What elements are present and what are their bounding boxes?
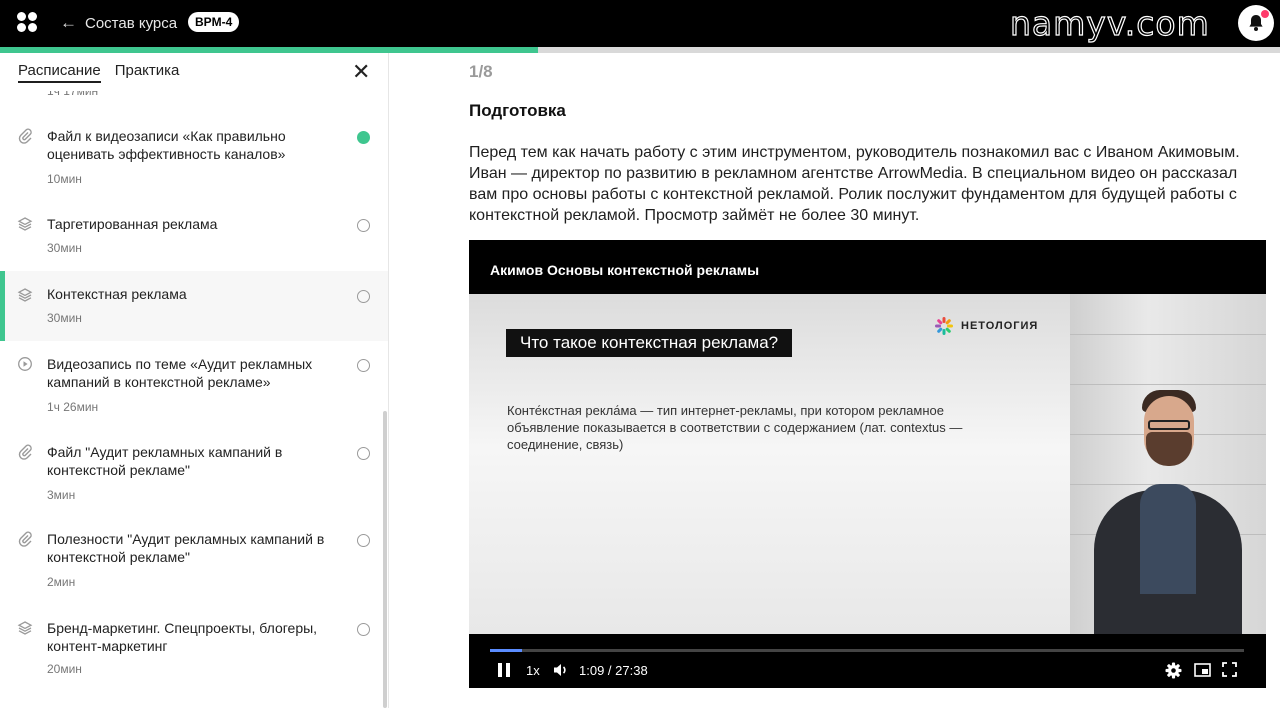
netology-flower-icon	[935, 317, 953, 335]
pending-status-icon	[357, 290, 370, 303]
slide-question: Что такое контекстная реклама?	[506, 329, 793, 357]
sidebar-item-channel-efficiency-file[interactable]: Файл к видеозаписи «Как правильно оценив…	[0, 127, 388, 199]
top-bar: ← Состав курса BPM-4 namyv.com	[0, 0, 1280, 47]
course-badge: BPM-4	[188, 12, 240, 32]
video-frame[interactable]: Что такое контекстная реклама? НЕТОЛОГИЯ…	[469, 294, 1266, 634]
speaker-video-inset	[1070, 294, 1266, 634]
close-icon: ✕	[352, 59, 371, 84]
completed-status-icon	[357, 131, 370, 144]
paperclip-icon	[18, 444, 32, 460]
video-controls: 1x 1:09 / 27:38	[469, 634, 1266, 688]
sidebar-item-title: Таргетированная реклама	[47, 216, 218, 232]
tab-practice[interactable]: Практика	[115, 62, 180, 83]
sidebar-item-title: Файл "Аудит рекламных кампаний в контекс…	[47, 444, 283, 478]
sidebar-item-duration: 3мин	[47, 488, 76, 502]
pending-status-icon	[357, 447, 370, 460]
close-sidebar-button[interactable]: ✕	[352, 61, 370, 83]
video-player[interactable]: Акимов Основы контекстной рекламы Что та…	[469, 240, 1266, 688]
back-label: Состав курса	[85, 14, 178, 32]
sidebar-item-duration: 10мин	[47, 172, 82, 186]
step-counter: 1/8	[469, 62, 493, 81]
notifications-button[interactable]	[1238, 5, 1274, 41]
paperclip-icon	[18, 531, 32, 547]
sidebar-item-title: Контекстная реклама	[47, 286, 187, 302]
tab-schedule[interactable]: Расписание	[18, 62, 101, 83]
sidebar-item-targeted-ads[interactable]: Таргетированная реклама 30мин	[0, 215, 388, 265]
sidebar-item-title: Видеозапись по теме «Аудит рекламных кам…	[47, 356, 313, 390]
volume-icon	[554, 664, 566, 676]
layers-icon	[17, 621, 33, 635]
cut-item-duration: 1ч 17мин	[47, 84, 99, 98]
pause-button[interactable]	[497, 662, 511, 678]
sidebar-item-context-ads[interactable]: Контекстная реклама 30мин	[0, 271, 388, 341]
pending-status-icon	[357, 623, 370, 636]
layers-icon	[17, 288, 33, 302]
sidebar-item-audit-file[interactable]: Файл "Аудит рекламных кампаний в контекс…	[0, 443, 388, 513]
video-seek-bar[interactable]	[490, 649, 1244, 652]
netology-brand: НЕТОЛОГИЯ	[961, 320, 1039, 332]
sidebar-item-duration: 30мин	[47, 241, 82, 255]
volume-button[interactable]	[553, 662, 569, 678]
sidebar-item-duration: 1ч 26мин	[47, 400, 99, 414]
picture-in-picture-button[interactable]	[1194, 663, 1211, 677]
watermark: namyv.com	[1009, 3, 1210, 43]
sidebar-item-audit-useful[interactable]: Полезности "Аудит рекламных кампаний в к…	[0, 530, 388, 600]
video-played-fill	[490, 649, 522, 652]
fullscreen-button[interactable]	[1222, 662, 1237, 677]
sidebar-item-duration: 20мин	[47, 662, 82, 676]
sidebar-item-title: Полезности "Аудит рекламных кампаний в к…	[47, 531, 325, 565]
layers-icon	[17, 217, 33, 231]
sidebar-item-title: Бренд-маркетинг. Спецпроекты, блогеры, к…	[47, 620, 318, 654]
notification-dot	[1261, 10, 1269, 18]
gear-icon	[1165, 662, 1182, 679]
sidebar-item-duration: 30мин	[47, 311, 82, 325]
video-title: Акимов Основы контекстной рекламы	[490, 262, 760, 278]
paperclip-icon	[18, 128, 32, 144]
sidebar-item-audit-video[interactable]: Видеозапись по теме «Аудит рекламных кам…	[0, 355, 388, 425]
video-time: 1:09 / 27:38	[579, 663, 648, 678]
back-to-course-button[interactable]: ← Состав курса	[60, 13, 177, 33]
pause-icon	[498, 663, 510, 677]
slide-definition: Конте́кстная рекла́ма — тип интернет-рек…	[507, 403, 963, 452]
netology-logo: НЕТОЛОГИЯ	[934, 316, 1038, 336]
lesson-heading: Подготовка	[469, 101, 566, 120]
sidebar-item-duration: 2мин	[47, 575, 76, 589]
arrow-left-icon: ←	[60, 13, 77, 32]
pending-status-icon	[357, 359, 370, 372]
sidebar-item-brand-marketing[interactable]: Бренд-маркетинг. Спецпроекты, блогеры, к…	[0, 619, 388, 689]
lesson-description: Перед тем как начать работу с этим инстр…	[469, 144, 1240, 224]
pending-status-icon	[357, 219, 370, 232]
app-logo-icon[interactable]	[17, 12, 37, 32]
settings-button[interactable]	[1165, 662, 1182, 679]
pending-status-icon	[357, 534, 370, 547]
pip-icon	[1194, 663, 1211, 677]
sidebar-scrollbar[interactable]	[383, 411, 387, 708]
sidebar-item-title: Файл к видеозаписи «Как правильно оценив…	[47, 128, 286, 162]
fullscreen-icon	[1222, 662, 1237, 677]
playback-speed-button[interactable]: 1x	[526, 663, 540, 678]
schedule-sidebar: Расписание Практика ✕ 1ч 17мин Файл к ви…	[0, 53, 389, 708]
play-circle-icon	[18, 357, 32, 371]
sidebar-tabs: Расписание Практика	[18, 62, 179, 83]
